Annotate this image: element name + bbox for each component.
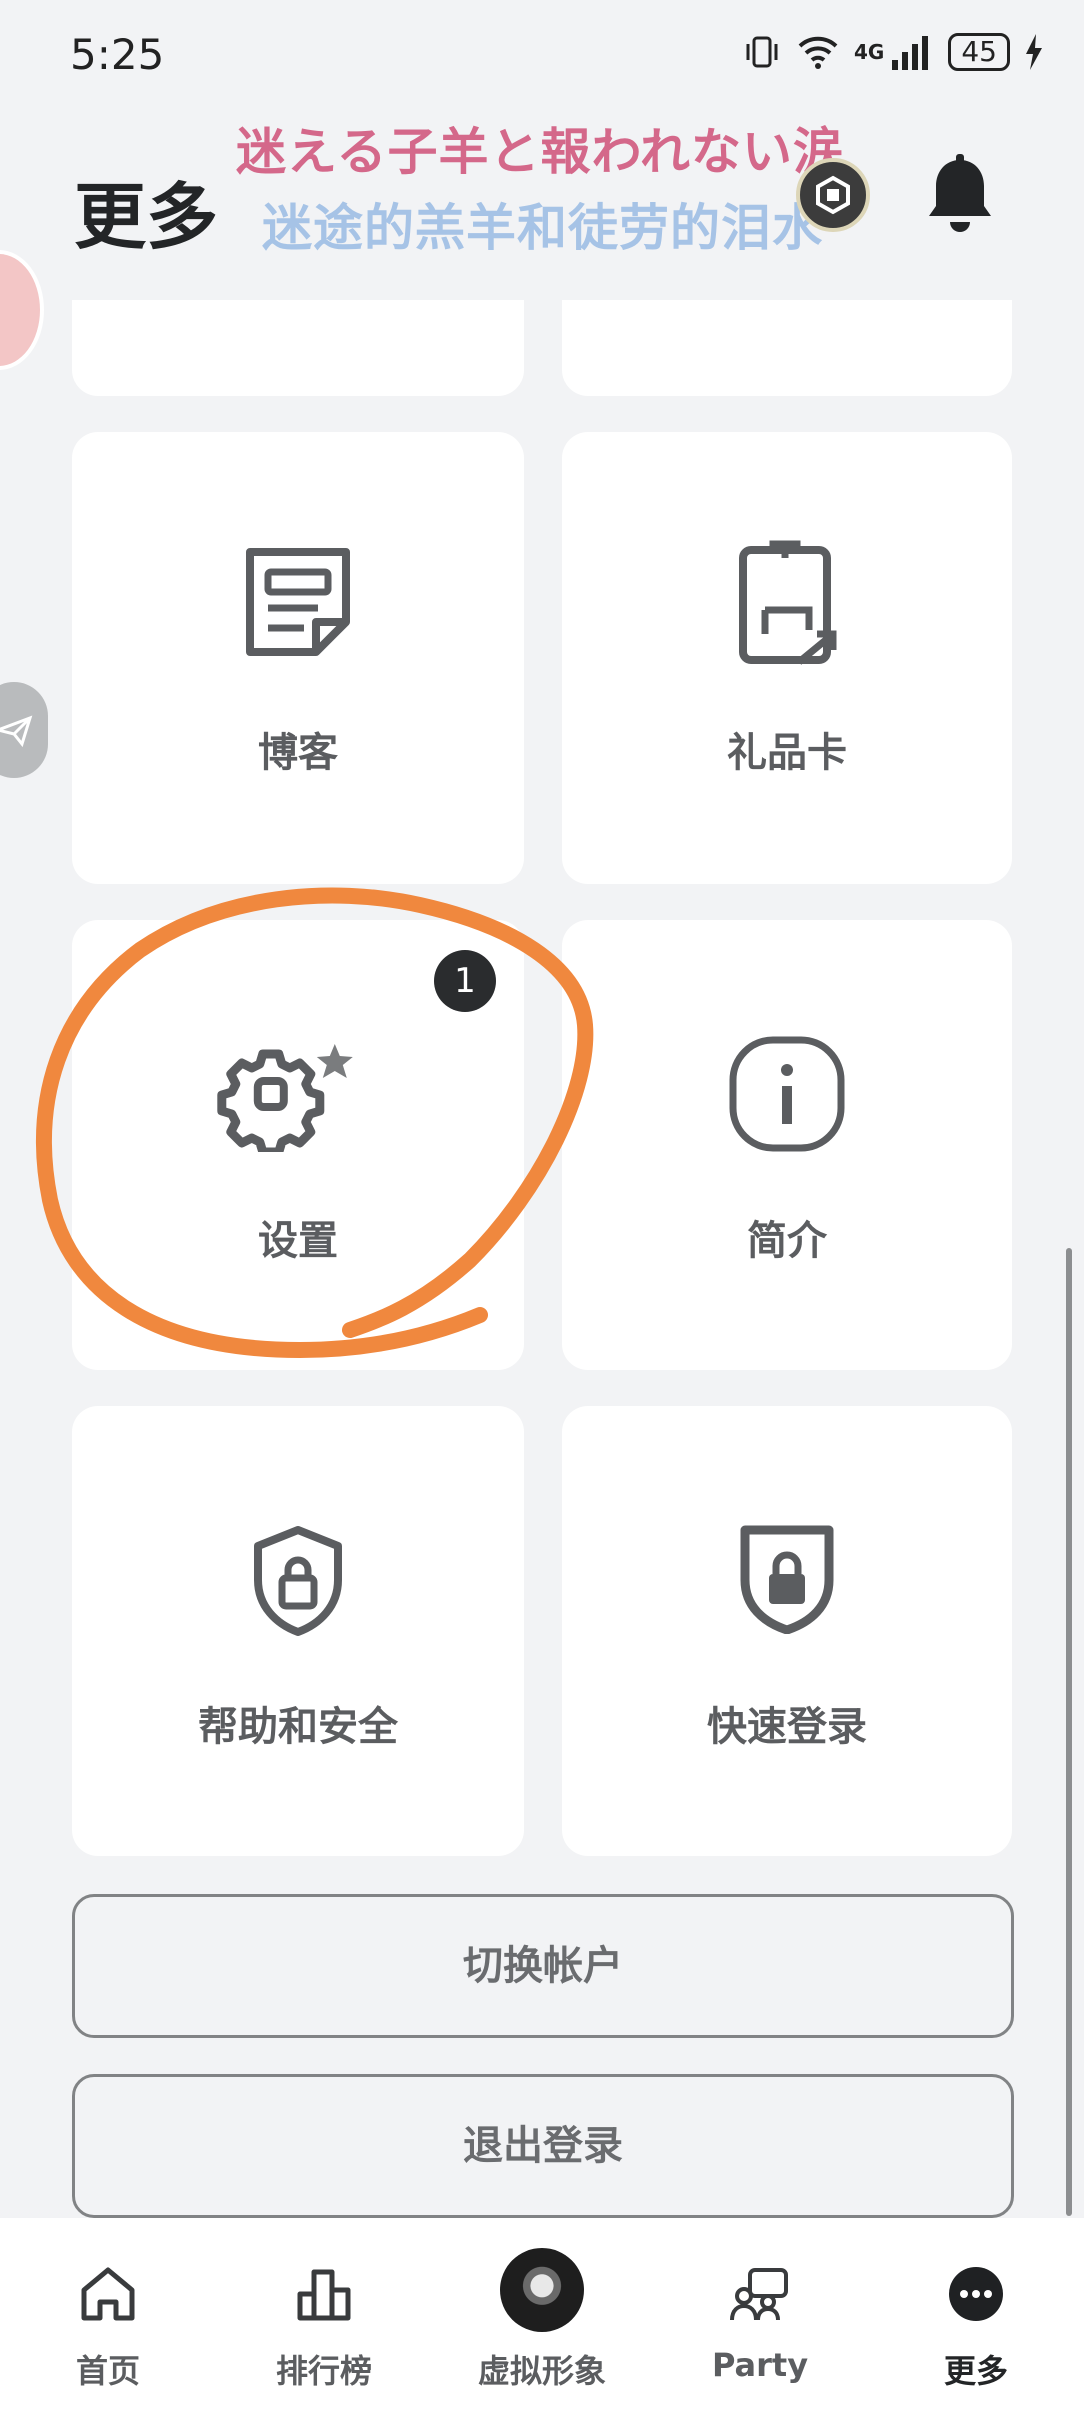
tile-partial-left[interactable] <box>72 300 524 396</box>
more-icon <box>949 2267 1003 2321</box>
tile-help-safety[interactable]: 帮助和安全 <box>72 1406 524 1856</box>
nav-home[interactable]: 首页 <box>0 2218 216 2412</box>
info-icon <box>729 1036 845 1152</box>
floating-nav-handle[interactable] <box>0 682 48 778</box>
switch-account-button[interactable]: 切换帐户 <box>72 1894 1014 2038</box>
overlay-lyric-cn: 迷途的羔羊和徒劳的泪水 <box>262 199 823 257</box>
network-type: 4G <box>854 40 885 64</box>
robux-button[interactable] <box>796 158 870 232</box>
tile-blog[interactable]: 博客 <box>72 432 524 884</box>
tile-blog-label: 博客 <box>258 730 338 776</box>
notifications-button[interactable] <box>920 152 1000 242</box>
status-time: 5:25 <box>70 30 165 79</box>
party-icon <box>730 2268 788 2321</box>
tile-quick-login-label: 快速登录 <box>707 1704 867 1750</box>
settings-notification-badge: 1 <box>434 950 496 1012</box>
nav-more-label: 更多 <box>943 2352 1008 2390</box>
paper-plane-icon <box>0 715 33 748</box>
signal-icon <box>892 36 929 70</box>
avatar-thumbnail <box>500 2248 584 2332</box>
tile-settings-label: 设置 <box>258 1218 338 1264</box>
charging-icon <box>1026 34 1042 70</box>
gift-card-icon <box>739 540 837 665</box>
shield-lock-filled-icon <box>740 1525 834 1634</box>
tile-partial-right[interactable] <box>562 300 1012 396</box>
tile-quick-login[interactable]: 快速登录 <box>562 1406 1012 1856</box>
wifi-icon <box>798 36 838 69</box>
tile-gift-card-label: 礼品卡 <box>727 730 847 776</box>
nav-avatar-label: 虚拟形象 <box>477 2352 606 2390</box>
nav-charts-label: 排行榜 <box>275 2352 372 2390</box>
home-icon <box>81 2267 135 2321</box>
gear-icon <box>217 1044 353 1152</box>
tile-about-label: 简介 <box>747 1218 827 1264</box>
tile-help-safety-label: 帮助和安全 <box>198 1704 398 1750</box>
nav-avatar[interactable]: 虚拟形象 <box>434 2218 650 2412</box>
shield-lock-icon <box>254 1526 342 1636</box>
overlay-lyric-jp: 迷える子羊と報われない涙 <box>236 123 844 181</box>
vibrate-icon <box>746 36 778 68</box>
nav-charts[interactable]: 排行榜 <box>216 2218 432 2412</box>
robux-icon <box>816 175 850 215</box>
status-icons: 4G 45 <box>742 32 1044 72</box>
tile-gift-card[interactable]: 礼品卡 <box>562 432 1012 884</box>
page-title: 更多 <box>74 175 219 259</box>
blog-icon <box>246 548 350 656</box>
nav-home-label: 首页 <box>75 2352 140 2390</box>
bell-icon <box>929 154 991 232</box>
scrollbar[interactable] <box>1066 1248 1072 2216</box>
nav-party-label: Party <box>711 2346 809 2384</box>
header: 更多 迷える子羊と報われない涙 迷途的羔羊和徒劳的泪水 <box>0 110 1084 310</box>
charts-icon <box>297 2269 351 2321</box>
logout-button[interactable]: 退出登录 <box>72 2074 1014 2218</box>
tile-about[interactable]: 简介 <box>562 920 1012 1370</box>
nav-more[interactable]: 更多 <box>868 2218 1084 2412</box>
bottom-nav: 首页 排行榜 虚拟形象 Party 更多 <box>0 2218 1084 2412</box>
nav-party[interactable]: Party <box>652 2218 868 2412</box>
battery-indicator: 45 <box>948 33 1010 71</box>
status-bar: 5:25 4G 45 <box>0 0 1084 110</box>
